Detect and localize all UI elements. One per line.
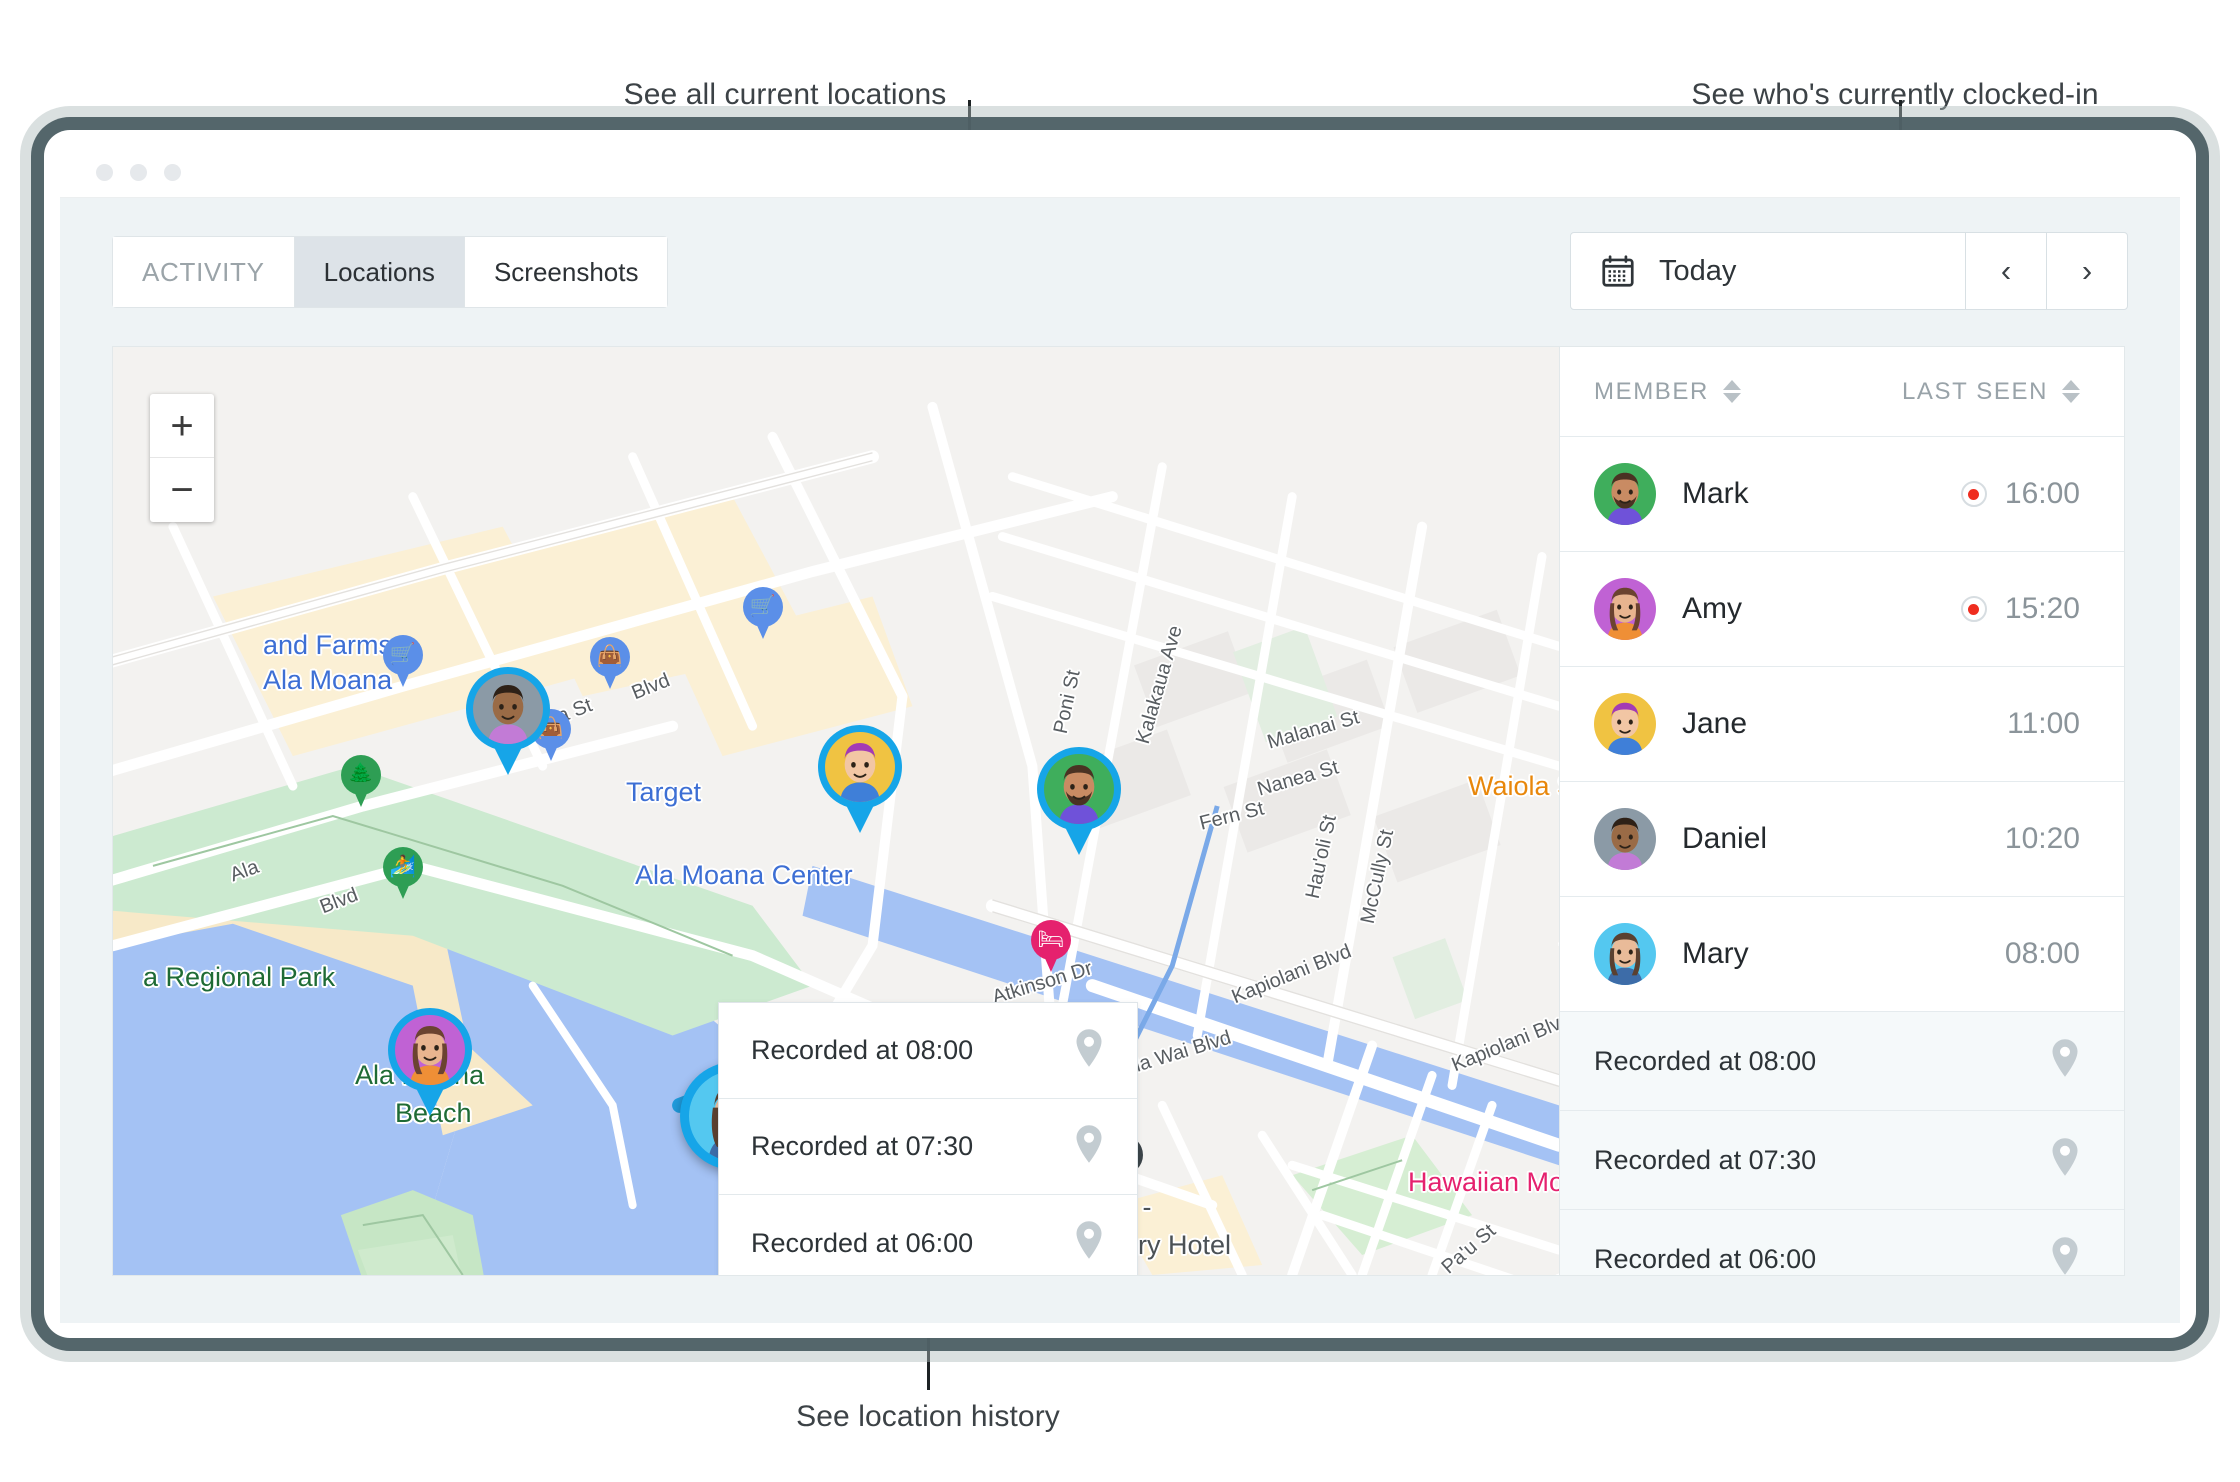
toolbar: ACTIVITY Locations Screenshots (60, 198, 2180, 346)
map-label: Ala Moana (263, 665, 392, 696)
map-label: a Regional Park (143, 962, 335, 993)
member-name: Jane (1682, 707, 1747, 741)
history-popup-row[interactable]: Recorded at 07:30 (719, 1099, 1137, 1195)
member-name: Amy (1682, 592, 1742, 626)
zoom-in-button[interactable]: + (150, 394, 214, 458)
member-row[interactable]: Daniel 10:20 (1560, 782, 2124, 897)
calendar-icon (1599, 252, 1637, 290)
tree-icon[interactable]: 🌲 (341, 755, 381, 809)
window-maximize-dot[interactable] (164, 164, 181, 181)
member-name: Mary (1682, 937, 1749, 971)
member-row[interactable]: Amy 15:20 (1560, 552, 2124, 667)
plus-icon: + (170, 406, 193, 446)
annotation-see-whos-clocked-in: See who's currently clocked-in (1691, 78, 2098, 112)
tab-locations[interactable]: Locations (294, 236, 464, 308)
member-row[interactable]: Mark 16:00 (1560, 437, 2124, 552)
avatar (1594, 693, 1656, 755)
location-pin-icon (1074, 1221, 1104, 1265)
bag-icon[interactable]: 👜 (590, 637, 630, 691)
hotel-icon[interactable]: 🛏 (1031, 920, 1071, 974)
history-row[interactable]: Recorded at 07:30 (1560, 1111, 2124, 1210)
cart-icon[interactable]: 🛒 (743, 587, 783, 641)
window-minimize-dot[interactable] (130, 164, 147, 181)
location-pin-icon (1074, 1029, 1104, 1073)
history-row-label: Recorded at 07:30 (1594, 1145, 1816, 1176)
location-pin-icon (2050, 1039, 2080, 1083)
tab-screenshots[interactable]: Screenshots (464, 236, 669, 308)
app-window: ACTIVITY Locations Screenshots (60, 148, 2180, 1323)
cart-icon[interactable]: 🛒 (383, 635, 423, 689)
tab-locations-label: Locations (324, 257, 435, 288)
location-pin-icon (2050, 1138, 2080, 1182)
member-last-seen: 10:20 (2005, 822, 2080, 856)
window-close-dot[interactable] (96, 164, 113, 181)
location-history-popup: Recorded at 08:00 Recorded at 07:30 Reco… (718, 1002, 1138, 1276)
history-popup-label: Recorded at 07:30 (751, 1131, 973, 1162)
next-day-button[interactable]: › (2046, 233, 2127, 309)
status-badge-clocked-in (1961, 481, 1987, 507)
member-name: Mark (1682, 477, 1749, 511)
surf-icon[interactable]: 🏄 (383, 847, 423, 901)
map-canvas[interactable]: + − and Farms Ala Moana Target Ala Moana Ce… (113, 347, 1559, 1275)
map-avatar-pin-daniel[interactable] (466, 667, 550, 775)
chevron-right-icon: › (2082, 253, 2092, 289)
avatar (1594, 578, 1656, 640)
status-badge-clocked-in (1961, 596, 1987, 622)
map-label: and Farms (263, 630, 392, 661)
map-label: ury Hotel (1123, 1230, 1231, 1261)
map-avatar-pin-mark[interactable] (1037, 747, 1121, 855)
history-popup-label: Recorded at 08:00 (751, 1035, 973, 1066)
sort-member-icon[interactable] (1723, 380, 1741, 403)
window-titlebar (60, 148, 2180, 198)
header-member[interactable]: MEMBER (1594, 378, 1902, 406)
map-avatar-pin-amy[interactable] (388, 1008, 472, 1116)
date-picker-button[interactable]: Today (1571, 233, 1965, 309)
map-container[interactable]: + − and Farms Ala Moana Target Ala Moana Ce… (112, 346, 1559, 1276)
tab-activity[interactable]: ACTIVITY (112, 236, 294, 308)
map-label: Target (626, 777, 701, 808)
tab-screenshots-label: Screenshots (494, 257, 639, 288)
member-name: Daniel (1682, 822, 1767, 856)
header-last-seen[interactable]: LAST SEEN (1902, 378, 2080, 406)
member-last-seen: 16:00 (2005, 477, 2080, 511)
member-last-seen: 15:20 (2005, 592, 2080, 626)
avatar (1594, 463, 1656, 525)
avatar (1594, 923, 1656, 985)
member-panel: MEMBER LAST SEEN Mark 16:00 (1559, 346, 2125, 1276)
history-row-label: Recorded at 06:00 (1594, 1244, 1816, 1275)
history-row-label: Recorded at 08:00 (1594, 1046, 1816, 1077)
table-header: MEMBER LAST SEEN (1560, 347, 2124, 437)
annotation-see-all-current-locations: See all current locations (624, 78, 947, 112)
zoom-out-button[interactable]: − (150, 458, 214, 522)
date-navigator: Today ‹ › (1570, 232, 2128, 310)
avatar (1594, 808, 1656, 870)
header-last-seen-label: LAST SEEN (1902, 378, 2048, 406)
content-area: + − and Farms Ala Moana Target Ala Moana Ce… (60, 346, 2180, 1288)
member-row[interactable]: Jane 11:00 (1560, 667, 2124, 782)
tab-bar: ACTIVITY Locations Screenshots (112, 236, 668, 308)
tab-activity-label: ACTIVITY (142, 257, 265, 288)
prev-day-button[interactable]: ‹ (1965, 233, 2046, 309)
map-zoom-control: + − (150, 394, 214, 522)
chevron-left-icon: ‹ (2001, 253, 2011, 289)
map-label: Ala Moana Center (635, 860, 853, 891)
member-last-seen: 08:00 (2005, 937, 2080, 971)
member-row[interactable]: Mary 08:00 (1560, 897, 2124, 1012)
header-member-label: MEMBER (1594, 378, 1709, 406)
map-label: Hawaiian Monarch (1408, 1167, 1559, 1198)
history-row[interactable]: Recorded at 06:00 (1560, 1210, 2124, 1276)
map-avatar-pin-jane[interactable] (818, 725, 902, 833)
date-picker-label: Today (1659, 255, 1736, 288)
history-row[interactable]: Recorded at 08:00 (1560, 1012, 2124, 1111)
minus-icon: − (170, 470, 193, 510)
location-pin-icon (2050, 1237, 2080, 1276)
member-last-seen: 11:00 (2007, 707, 2080, 741)
history-popup-row[interactable]: Recorded at 06:00 (719, 1195, 1137, 1276)
history-popup-row[interactable]: Recorded at 08:00 (719, 1003, 1137, 1099)
history-popup-label: Recorded at 06:00 (751, 1228, 973, 1259)
map-label: Waiola Shave Ice (1468, 771, 1559, 802)
sort-last-seen-icon[interactable] (2062, 380, 2080, 403)
location-pin-icon (1074, 1125, 1104, 1169)
annotation-see-location-history: See location history (796, 1400, 1060, 1434)
